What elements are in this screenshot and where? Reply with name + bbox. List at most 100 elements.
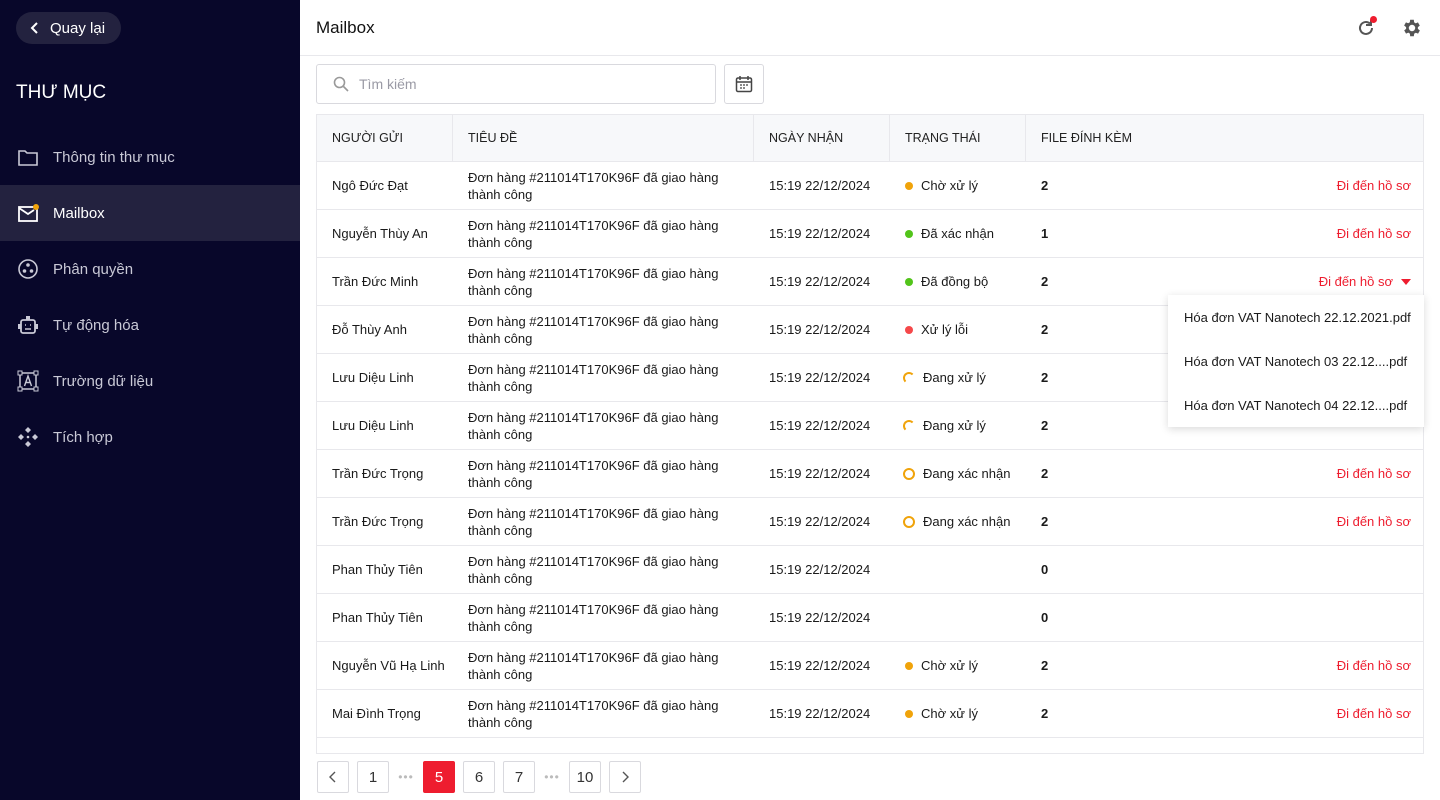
- status-badge: Chờ xử lý: [905, 658, 978, 673]
- sidebar-title: THƯ MỤC: [16, 82, 107, 103]
- calendar-icon: [735, 76, 753, 93]
- subject: Đơn hàng #211014T170K96F đã giao hàng th…: [468, 697, 719, 730]
- link-label: Đi đến hồ sơ: [1336, 466, 1411, 481]
- go-to-profile-link[interactable]: Đi đến hồ sơ: [1337, 226, 1411, 241]
- status-dot-icon: [905, 277, 913, 286]
- sender: [317, 738, 453, 753]
- status-dot-icon: [905, 181, 913, 190]
- settings-button[interactable]: [1400, 16, 1424, 40]
- sender: Phan Thủy Tiên: [332, 610, 423, 625]
- table-row[interactable]: Mai Đình Trọng Đơn hàng #211014T170K96F …: [317, 690, 1423, 738]
- robot-icon: [18, 316, 38, 334]
- go-to-profile-link[interactable]: Đi đến hồ sơ: [1337, 706, 1411, 721]
- table-row[interactable]: Nguyễn Thùy An Đơn hàng #211014T170K96F …: [317, 210, 1423, 258]
- prev-page-button[interactable]: [317, 761, 349, 793]
- received-date: 15:19 22/12/2024: [769, 370, 871, 385]
- go-to-profile-link[interactable]: Đi đến hồ sơ: [1319, 274, 1411, 289]
- notification-dot: [1370, 15, 1377, 23]
- subject: Đơn hàng #211014T170K96F đã giao hàng: [468, 753, 728, 754]
- sender: Trần Đức Trọng: [332, 466, 424, 481]
- status-badge: Xử lý lỗi: [905, 322, 968, 337]
- page-title: Mailbox: [316, 17, 375, 37]
- text-field-icon: [17, 370, 39, 392]
- sidebar-item-truong-du-lieu[interactable]: Trường dữ liệu: [0, 353, 300, 409]
- received-date: 15:19 22/12/2024: [769, 610, 871, 625]
- integration-icon: [18, 427, 38, 447]
- received-date: 15:19 22/12/2024: [769, 706, 871, 721]
- attachment-item[interactable]: Hóa đơn VAT Nanotech 22.12.2021.pdf: [1168, 295, 1424, 339]
- status-dot-icon: [905, 325, 913, 334]
- table-row[interactable]: Đơn hàng #211014T170K96F đã giao hàng: [317, 738, 1423, 754]
- table-row[interactable]: Phan Thủy Tiên Đơn hàng #211014T170K96F …: [317, 594, 1423, 642]
- sender: Mai Đình Trọng: [332, 706, 421, 721]
- table-row[interactable]: Trần Đức Trọng Đơn hàng #211014T170K96F …: [317, 498, 1423, 546]
- attachment-item[interactable]: Hóa đơn VAT Nanotech 04 22.12....pdf: [1168, 383, 1424, 427]
- status-label: Đã xác nhận: [921, 226, 994, 241]
- page-button[interactable]: 10: [569, 761, 601, 793]
- link-label: Đi đến hồ sơ: [1336, 658, 1411, 673]
- received-date: [754, 738, 890, 753]
- status-badge: Chờ xử lý: [905, 706, 978, 721]
- subject: Đơn hàng #211014T170K96F đã giao hàng th…: [468, 601, 719, 634]
- col-date: NGÀY NHẬN: [754, 115, 890, 161]
- status-badge: Đã đồng bộ: [905, 274, 988, 289]
- status-label: Chờ xử lý: [921, 658, 978, 673]
- sidebar-item-thong-tin-thu-muc[interactable]: Thông tin thư mục: [0, 129, 300, 185]
- link-label: Đi đến hồ sơ: [1336, 178, 1411, 193]
- sidebar-item-tich-hop[interactable]: Tích hợp: [0, 409, 300, 465]
- page-button[interactable]: 1: [357, 761, 389, 793]
- sidebar-item-mailbox[interactable]: Mailbox: [0, 185, 300, 241]
- back-label: Quay lại: [50, 19, 106, 37]
- topbar: Mailbox: [300, 0, 1440, 56]
- attachment-count: 0: [1041, 610, 1049, 625]
- go-to-profile-link[interactable]: Đi đến hồ sơ: [1337, 514, 1411, 529]
- subject: Đơn hàng #211014T170K96F đã giao hàng th…: [468, 169, 719, 202]
- sidebar-item-phan-quyen[interactable]: Phân quyền: [0, 241, 300, 297]
- go-to-profile-link[interactable]: Đi đến hồ sơ: [1337, 466, 1411, 481]
- table-row[interactable]: Nguyễn Vũ Hạ Linh Đơn hàng #211014T170K9…: [317, 642, 1423, 690]
- sidebar-item-tu-dong-hoa[interactable]: Tự động hóa: [0, 297, 300, 353]
- next-page-button[interactable]: [609, 761, 641, 793]
- status-badge: Đang xử lý: [903, 370, 986, 385]
- sender: Phan Thủy Tiên: [332, 562, 423, 577]
- page-button[interactable]: 6: [463, 761, 495, 793]
- sidebar-item-label: Mailbox: [53, 204, 105, 222]
- attachment-count: 1: [1041, 226, 1049, 241]
- page-button[interactable]: 7: [503, 761, 535, 793]
- status-dot-icon: [905, 661, 913, 670]
- spinner-icon: [903, 419, 915, 432]
- table-row[interactable]: Phan Thủy Tiên Đơn hàng #211014T170K96F …: [317, 546, 1423, 594]
- status-label: Đang xác nhận: [923, 466, 1011, 481]
- go-to-profile-link[interactable]: Đi đến hồ sơ: [1337, 178, 1411, 193]
- date-filter-button[interactable]: [724, 64, 764, 104]
- page-button[interactable]: 5: [423, 761, 455, 793]
- attachment-item[interactable]: Hóa đơn VAT Nanotech 03 22.12....pdf: [1168, 339, 1424, 383]
- refresh-button[interactable]: [1354, 15, 1378, 40]
- sender: Lưu Diệu Linh: [332, 418, 414, 433]
- status-badge: Chờ xử lý: [905, 178, 978, 193]
- status-badge: Đang xác nhận: [903, 466, 1011, 481]
- spinner-icon: [903, 371, 915, 384]
- go-to-profile-link[interactable]: Đi đến hồ sơ: [1337, 658, 1411, 673]
- attachment-count: 2: [1041, 370, 1049, 385]
- received-date: 15:19 22/12/2024: [769, 178, 871, 193]
- received-date: 15:19 22/12/2024: [769, 226, 871, 241]
- sender: Đỗ Thùy Anh: [332, 322, 407, 337]
- table-row[interactable]: Ngô Đức Đạt Đơn hàng #211014T170K96F đã …: [317, 162, 1423, 210]
- caret-down-icon[interactable]: [1401, 278, 1411, 285]
- subject: Đơn hàng #211014T170K96F đã giao hàng th…: [468, 313, 719, 346]
- search-input[interactable]: [359, 76, 715, 92]
- pagination-ellipsis[interactable]: •••: [397, 770, 415, 784]
- attachment-count: 2: [1041, 706, 1049, 721]
- main: Mailbox NGƯỜI GỬI TIÊU ĐỀ NGÀY NHẬN TRẠN…: [300, 0, 1440, 800]
- subject: Đơn hàng #211014T170K96F đã giao hàng th…: [468, 505, 719, 538]
- col-subject: TIÊU ĐỀ: [453, 115, 754, 161]
- status-label: Đang xử lý: [923, 418, 986, 433]
- subject: Đơn hàng #211014T170K96F đã giao hàng th…: [468, 265, 719, 298]
- attachment-count: 2: [1041, 274, 1049, 289]
- back-button[interactable]: Quay lại: [16, 12, 121, 44]
- table-row[interactable]: Trần Đức Trọng Đơn hàng #211014T170K96F …: [317, 450, 1423, 498]
- attachment-count: 2: [1041, 658, 1049, 673]
- pagination-ellipsis[interactable]: •••: [543, 770, 561, 784]
- subject: Đơn hàng #211014T170K96F đã giao hàng th…: [468, 409, 719, 442]
